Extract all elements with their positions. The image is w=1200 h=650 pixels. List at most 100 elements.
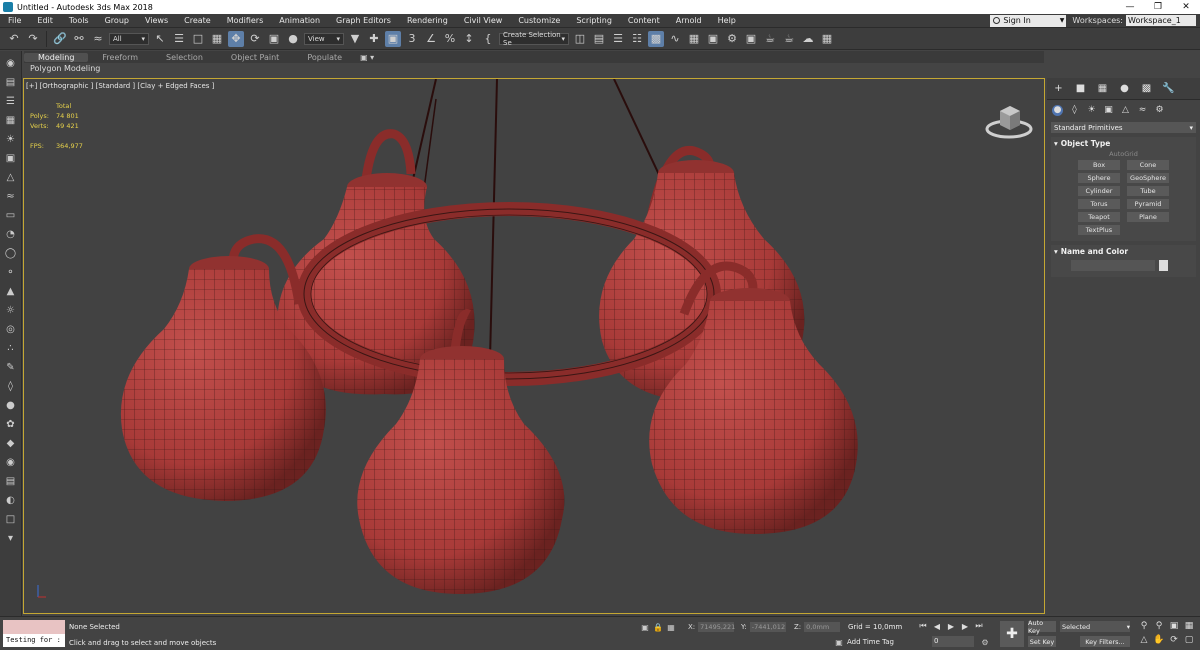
scene-explorer-icon[interactable]: ☰ <box>610 31 626 47</box>
material-editor-icon[interactable]: ▣ <box>705 31 721 47</box>
object-type-header[interactable]: ▾ Object Type <box>1051 137 1196 149</box>
select-by-name-icon[interactable]: ☰ <box>171 31 187 47</box>
key-filters-button[interactable]: Key Filters... <box>1080 636 1130 647</box>
menu-modifiers[interactable]: Modifiers <box>219 16 272 25</box>
light-icon[interactable]: ☀ <box>4 133 18 145</box>
create-torus-button[interactable]: Torus <box>1078 199 1120 209</box>
shapes-icon[interactable]: ◊ <box>1069 105 1080 116</box>
menu-civil-view[interactable]: Civil View <box>456 16 511 25</box>
curve-editor-icon[interactable]: ∿ <box>667 31 683 47</box>
isolate-selection-icon[interactable]: ▣ <box>640 622 650 632</box>
set-key-button[interactable]: Set Key <box>1028 636 1056 647</box>
rock-icon[interactable]: ◆ <box>4 437 18 449</box>
close-icon[interactable]: ✕ <box>1172 2 1200 12</box>
lock-icon[interactable]: 🔒 <box>653 622 663 632</box>
rendered-frame-window-icon[interactable]: ▣ <box>743 31 759 47</box>
zoom-extents-icon[interactable]: ▣ <box>1168 620 1180 632</box>
keyboard-shortcut-override-icon[interactable]: ▣ <box>385 30 401 47</box>
create-tube-button[interactable]: Tube <box>1127 186 1169 196</box>
play-icon[interactable]: ▶ <box>946 620 956 632</box>
menu-customize[interactable]: Customize <box>510 16 568 25</box>
render-viewport-icon[interactable]: ▦ <box>819 31 835 47</box>
create-box-button[interactable]: Box <box>1078 160 1120 170</box>
select-and-place-icon[interactable]: ● <box>285 31 301 47</box>
helpers-icon[interactable]: △ <box>1120 105 1131 116</box>
link-icon[interactable]: 🔗 <box>52 31 68 47</box>
menu-content[interactable]: Content <box>620 16 668 25</box>
object-color-swatch[interactable] <box>1159 260 1168 271</box>
create-teapot-button[interactable]: Teapot <box>1078 212 1120 222</box>
create-geosphere-button[interactable]: GeoSphere <box>1127 173 1169 183</box>
reference-coordinate-dropdown[interactable]: View ▾ <box>304 32 344 45</box>
render-production-icon[interactable]: ☕ <box>762 31 778 47</box>
zoom-icon[interactable]: ⚲ <box>1138 620 1150 632</box>
cameras-icon[interactable]: ▣ <box>1103 105 1114 116</box>
field-of-view-icon[interactable]: △ <box>1138 634 1150 646</box>
menu-create[interactable]: Create <box>176 16 219 25</box>
utilities-tab-icon[interactable]: 🔧 <box>1162 83 1174 94</box>
y-coordinate-field[interactable]: -7441,012 <box>749 622 786 632</box>
space-warps-icon[interactable]: ≈ <box>1137 105 1148 116</box>
hemisphere-icon[interactable]: ◔ <box>4 228 18 240</box>
set-keys-icon[interactable]: ✚ <box>1000 621 1024 647</box>
perspective-viewport[interactable]: [+] [Orthographic ] [Standard ] [Clay + … <box>23 78 1045 614</box>
mirror-icon[interactable]: ◫ <box>572 31 588 47</box>
go-to-start-icon[interactable]: ⏮ <box>918 620 928 632</box>
list-icon[interactable]: ☰ <box>4 95 18 107</box>
object-name-field[interactable] <box>1071 260 1155 271</box>
maxscript-listener[interactable] <box>3 620 65 634</box>
maxscript-output[interactable]: Testing for : <box>3 634 65 647</box>
key-selection-dropdown[interactable]: Selected ▾ <box>1060 621 1130 632</box>
tab-freeform[interactable]: Freeform <box>88 53 152 62</box>
primitive-category-dropdown[interactable]: Standard Primitives ▾ <box>1051 122 1196 133</box>
render-iterative-icon[interactable]: ☕ <box>781 31 797 47</box>
tab-modeling[interactable]: Modeling <box>24 52 89 62</box>
pan-icon[interactable]: ✋ <box>1153 634 1165 646</box>
layer-icon[interactable]: ▤ <box>4 76 18 88</box>
ribbon-options-icon[interactable]: ▣ ▾ <box>356 53 378 62</box>
name-and-color-header[interactable]: ▾ Name and Color <box>1051 245 1196 257</box>
ribbon-panel-label[interactable]: Polygon Modeling <box>30 63 1044 74</box>
zoom-all-icon[interactable]: ⚲ <box>1153 620 1165 632</box>
ball-icon[interactable]: ◉ <box>4 456 18 468</box>
systems-icon[interactable]: ⚙ <box>1154 105 1165 116</box>
menu-views[interactable]: Views <box>137 16 176 25</box>
add-time-tag[interactable]: ▣ Add Time Tag <box>834 637 894 647</box>
create-sphere-button[interactable]: Sphere <box>1078 173 1120 183</box>
sign-in-dropdown[interactable]: Sign In ▼ <box>990 14 1067 27</box>
absolute-mode-icon[interactable]: ▦ <box>666 622 676 632</box>
select-and-move-icon[interactable]: ✥ <box>228 30 244 47</box>
window-crossing-icon[interactable]: ▦ <box>209 31 225 47</box>
bucket-icon[interactable]: ▤ <box>4 475 18 487</box>
create-cylinder-button[interactable]: Cylinder <box>1078 186 1120 196</box>
select-and-scale-icon[interactable]: ▣ <box>266 31 282 47</box>
sun-icon[interactable]: ☼ <box>4 304 18 316</box>
spacewarp-icon[interactable]: ≈ <box>4 190 18 202</box>
menu-help[interactable]: Help <box>710 16 744 25</box>
document-icon[interactable]: □ <box>4 513 18 525</box>
display-tab-icon[interactable]: ▩ <box>1141 83 1152 94</box>
tab-object-paint[interactable]: Object Paint <box>217 53 293 62</box>
globe-icon[interactable]: ● <box>4 399 18 411</box>
menu-edit[interactable]: Edit <box>29 16 61 25</box>
scene-explorer-eye-icon[interactable]: ◉ <box>4 57 18 69</box>
create-tab-icon[interactable]: + <box>1053 83 1064 94</box>
menu-file[interactable]: File <box>0 16 29 25</box>
create-plane-button[interactable]: Plane <box>1127 212 1169 222</box>
helper-icon[interactable]: △ <box>4 171 18 183</box>
box-icon[interactable]: ▭ <box>4 209 18 221</box>
cone-icon[interactable]: ▲ <box>4 285 18 297</box>
schematic-view-icon[interactable]: ▦ <box>686 31 702 47</box>
motion-tab-icon[interactable]: ● <box>1119 83 1130 94</box>
create-pyramid-button[interactable]: Pyramid <box>1127 199 1169 209</box>
menu-group[interactable]: Group <box>97 16 137 25</box>
more-tools-icon[interactable]: ▾ <box>4 532 18 544</box>
particles-icon[interactable]: ∴ <box>4 342 18 354</box>
auto-key-button[interactable]: Auto Key <box>1028 619 1056 635</box>
menu-scripting[interactable]: Scripting <box>568 16 620 25</box>
shapes-icon[interactable]: ◊ <box>4 380 18 392</box>
spinner-snap-icon[interactable]: ↕ <box>461 31 477 47</box>
edit-named-selection-icon[interactable]: { <box>480 31 496 47</box>
undo-icon[interactable]: ↶ <box>6 31 22 47</box>
current-frame-field[interactable]: 0 <box>932 636 974 647</box>
